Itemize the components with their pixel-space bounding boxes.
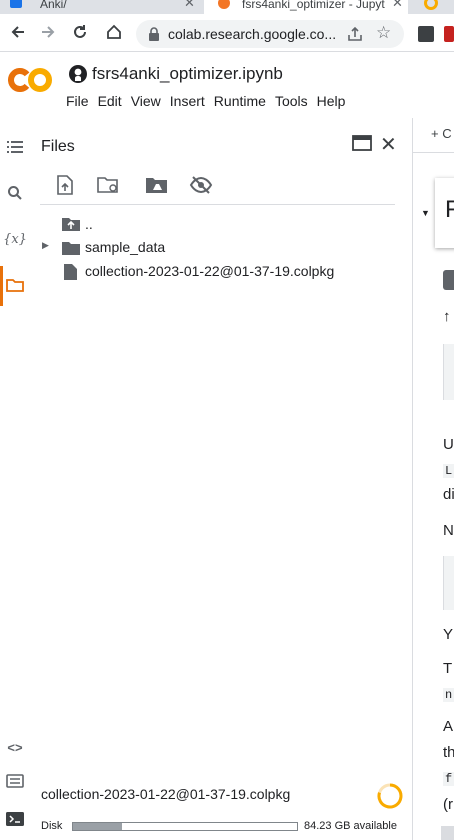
extension-icon[interactable] xyxy=(444,26,454,42)
section-header-card: F xyxy=(435,178,454,248)
tree-item-label: sample_data xyxy=(85,239,166,255)
home-icon[interactable] xyxy=(102,20,126,44)
address-bar[interactable]: colab.research.google.co... ☆ xyxy=(136,20,404,48)
files-panel: Files ✕ .. ▶ sample_data collection-2023… xyxy=(30,118,412,840)
colab-header: fsrs4anki_optimizer.ipynb File Edit View… xyxy=(0,52,454,118)
open-in-tab-icon[interactable] xyxy=(352,134,372,157)
code-cell[interactable] xyxy=(443,556,454,610)
disk-label: Disk xyxy=(41,820,63,832)
tab-title: fsrs4anki_optimizer - Jupyt xyxy=(242,0,385,11)
search-icon[interactable] xyxy=(4,182,26,204)
colab-favicon xyxy=(424,0,438,10)
disk-usage-fill xyxy=(73,823,123,830)
jupyter-favicon xyxy=(218,0,230,9)
close-panel-icon[interactable]: ✕ xyxy=(380,132,397,157)
horizontal-scrollbar[interactable] xyxy=(441,826,454,840)
bookmark-star-icon[interactable]: ☆ xyxy=(376,23,391,43)
folder-icon[interactable] xyxy=(4,274,26,296)
tab-favicon xyxy=(10,0,22,8)
reload-icon[interactable] xyxy=(68,20,92,44)
terminal-icon[interactable] xyxy=(4,808,26,830)
text-line: di xyxy=(443,486,454,503)
open-in-colab-badge[interactable] xyxy=(443,270,454,290)
toolbar-divider xyxy=(413,152,454,153)
mount-drive-icon[interactable] xyxy=(144,174,170,196)
upload-icon[interactable] xyxy=(54,174,76,196)
tree-item-parent[interactable]: .. xyxy=(30,214,400,236)
text-line: Y xyxy=(443,626,454,643)
upload-progress-spinner xyxy=(376,782,404,815)
forward-icon[interactable] xyxy=(36,20,60,44)
tree-item-colpkg[interactable]: collection-2023-01-22@01-37-19.colpkg xyxy=(30,260,400,282)
code-icon[interactable]: <> xyxy=(4,736,26,758)
text-line: (r xyxy=(443,796,453,813)
lock-icon[interactable] xyxy=(148,27,160,46)
file-icon xyxy=(64,264,77,283)
collapse-section-icon[interactable]: ▼ xyxy=(421,208,430,218)
tab-title: Anki/ xyxy=(40,0,67,11)
toolbar-divider xyxy=(40,204,395,205)
colab-logo[interactable] xyxy=(8,66,52,99)
notebook-area: + C ▼ F ↑ U L di N Y T n A th f (r xyxy=(413,118,454,840)
text-line: N xyxy=(443,522,454,539)
command-palette-icon[interactable] xyxy=(4,770,26,792)
variables-icon[interactable]: {x} xyxy=(3,228,27,250)
text-line: U xyxy=(443,436,454,453)
menu-file[interactable]: File xyxy=(66,92,95,110)
menu-help[interactable]: Help xyxy=(317,92,352,110)
inline-code: f xyxy=(443,772,454,786)
text-line: ↑ xyxy=(443,308,451,325)
text-line: T xyxy=(443,660,453,677)
toc-icon[interactable] xyxy=(4,136,26,158)
add-code-button[interactable]: + C xyxy=(431,126,452,141)
section-heading: F xyxy=(445,196,454,223)
extension-icon[interactable] xyxy=(418,26,434,42)
text-line: th xyxy=(443,744,454,761)
upload-status-filename: collection-2023-01-22@01-37-19.colpkg xyxy=(41,786,291,802)
browser-tab[interactable]: Anki/ xyxy=(0,0,196,14)
share-icon[interactable] xyxy=(346,25,364,48)
menu-tools[interactable]: Tools xyxy=(275,92,314,110)
menu-runtime[interactable]: Runtime xyxy=(214,92,272,110)
close-tab-icon[interactable]: ✕ xyxy=(392,0,403,11)
browser-tab-active[interactable]: fsrs4anki_optimizer - Jupyt xyxy=(204,0,408,14)
active-indicator xyxy=(0,266,3,306)
github-icon xyxy=(68,64,88,89)
hidden-files-icon[interactable] xyxy=(188,174,214,196)
code-cell[interactable] xyxy=(443,344,454,400)
close-tab-icon[interactable]: ✕ xyxy=(184,0,195,11)
folder-icon xyxy=(62,241,80,258)
menu-view[interactable]: View xyxy=(131,92,167,110)
back-icon[interactable] xyxy=(6,20,30,44)
disk-available: 84.23 GB available xyxy=(304,820,397,832)
inline-code: L xyxy=(443,464,454,478)
menu-insert[interactable]: Insert xyxy=(170,92,211,110)
tree-item-label: collection-2023-01-22@01-37-19.colpkg xyxy=(85,263,335,279)
folder-up-icon xyxy=(62,217,80,234)
notebook-title[interactable]: fsrs4anki_optimizer.ipynb xyxy=(92,64,283,84)
disk-usage-bar xyxy=(72,822,298,831)
text-line: A xyxy=(443,718,454,735)
menu-bar: File Edit View Insert Runtime Tools Help xyxy=(66,92,354,110)
expand-arrow-icon[interactable]: ▶ xyxy=(42,240,49,251)
browser-tab-strip: Anki/ ✕ fsrs4anki_optimizer - Jupyt ✕ xyxy=(0,0,454,14)
refresh-folder-icon[interactable] xyxy=(96,174,122,196)
panel-title: Files xyxy=(41,138,75,155)
left-rail: {x} <> xyxy=(0,118,30,840)
browser-toolbar: colab.research.google.co... ☆ xyxy=(0,14,454,52)
tree-item-label: .. xyxy=(85,216,93,232)
tree-item-sample-data[interactable]: ▶ sample_data xyxy=(30,236,400,258)
url-text: colab.research.google.co... xyxy=(168,26,336,42)
menu-edit[interactable]: Edit xyxy=(98,92,128,110)
inline-code: n xyxy=(443,688,454,702)
